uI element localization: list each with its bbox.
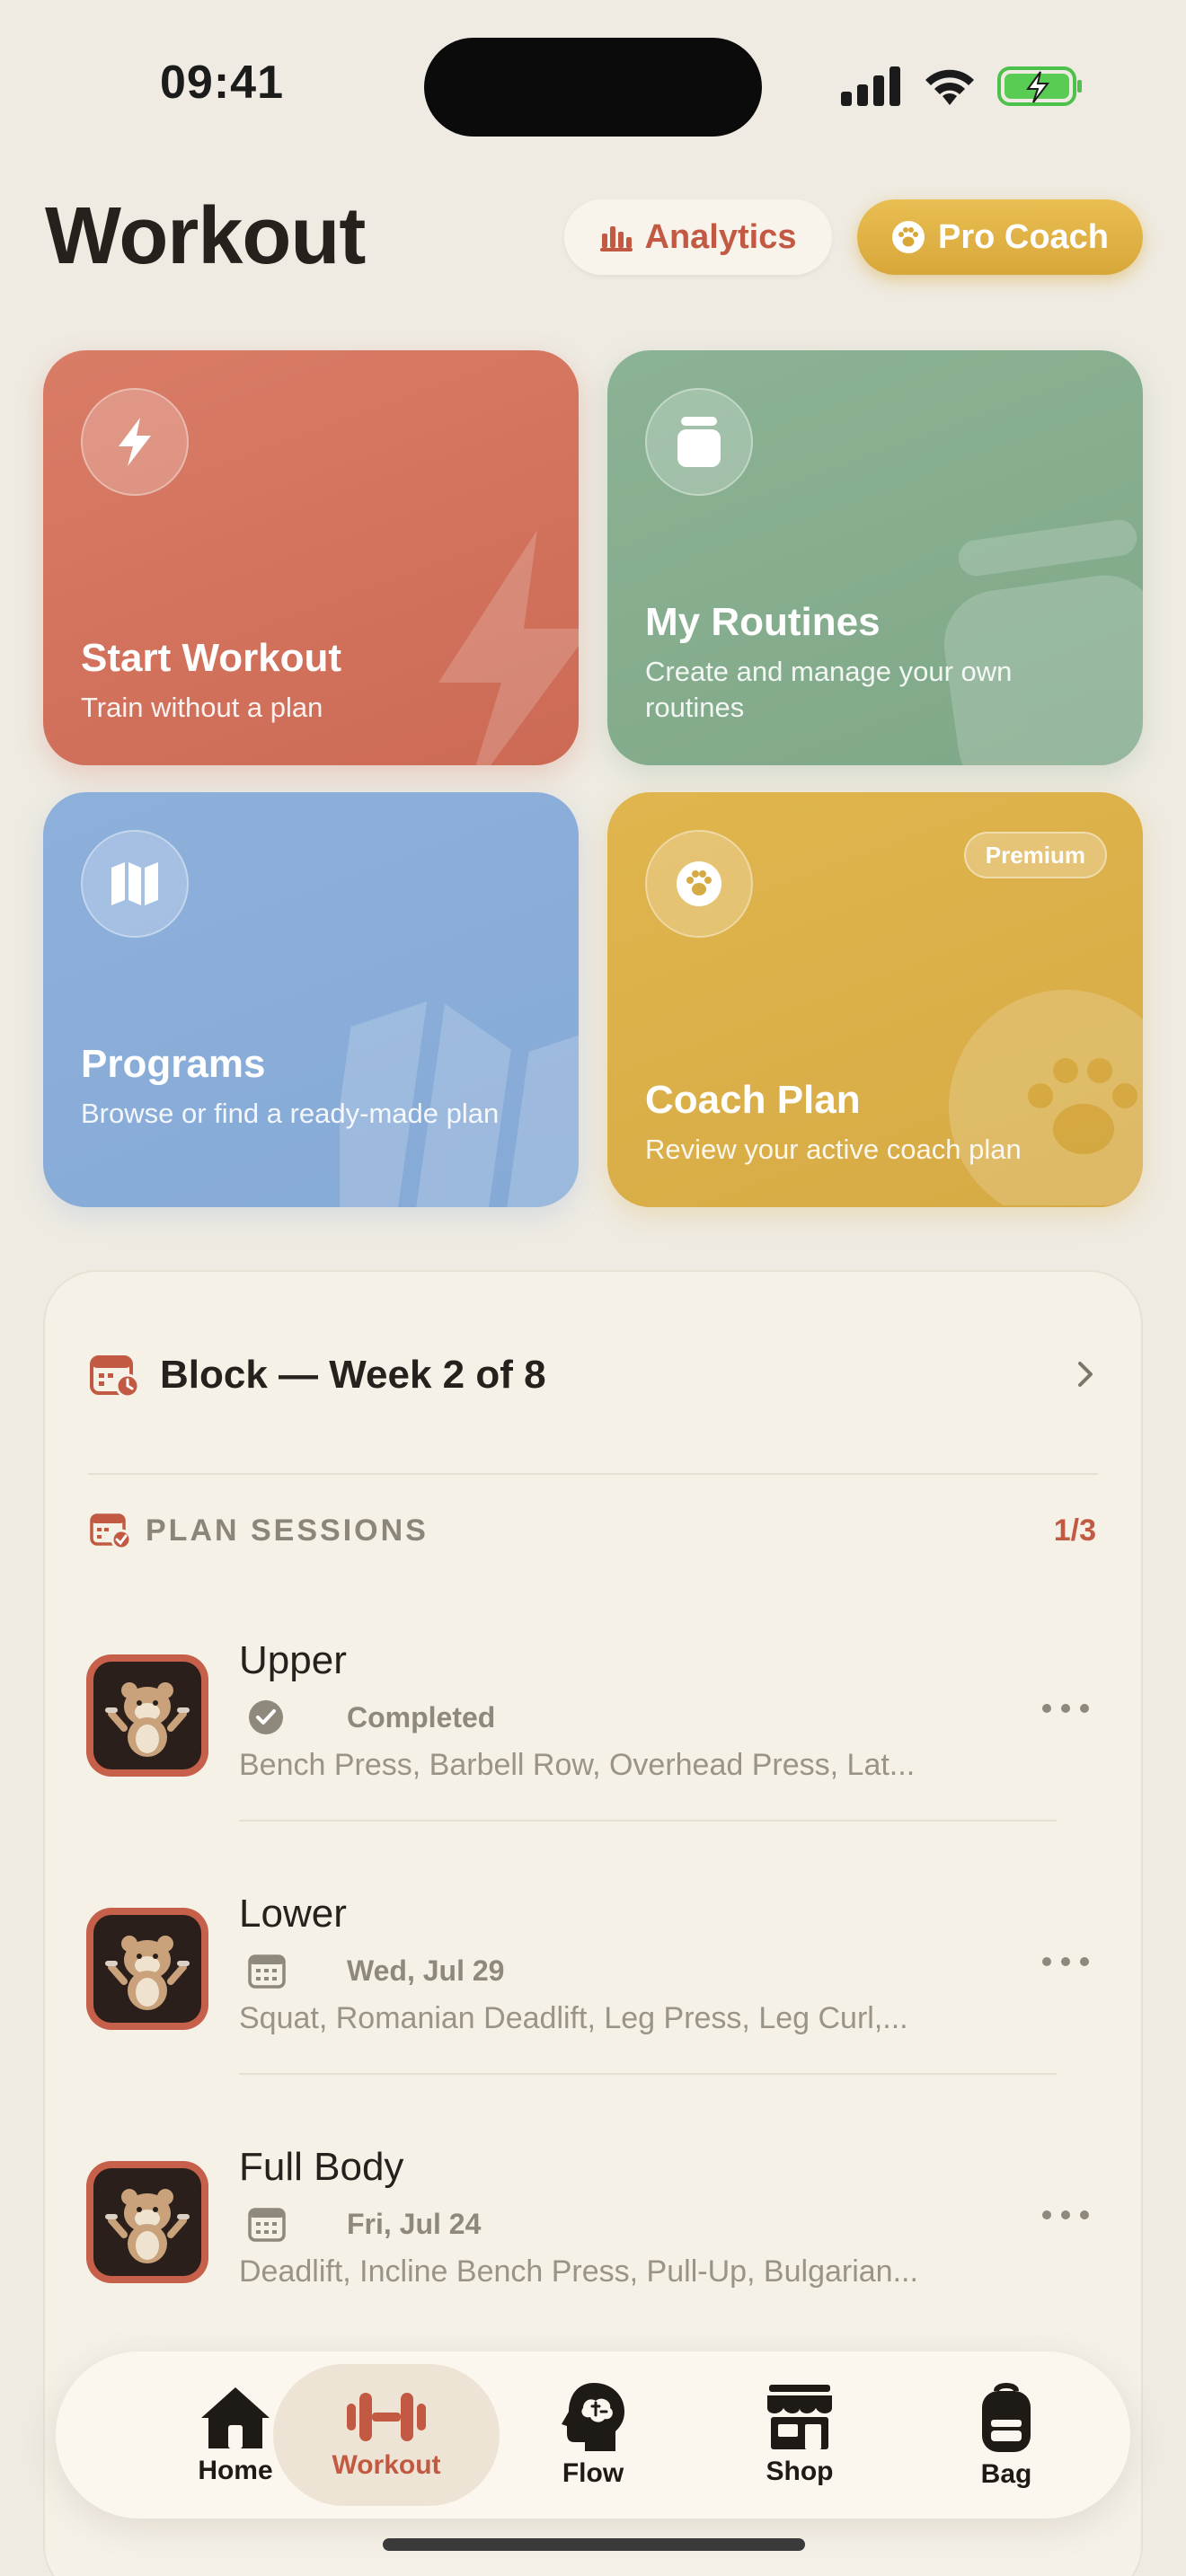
status-icons	[841, 65, 1084, 108]
more-options-button[interactable]	[1030, 1690, 1102, 1726]
divider	[88, 1473, 1098, 1475]
ellipsis-icon	[1042, 1704, 1089, 1713]
calendar-icon	[248, 2208, 286, 2242]
tab-label: Workout	[332, 2450, 441, 2480]
session-status: Wed, Jul 29	[239, 1949, 504, 1992]
ellipsis-icon	[1042, 1957, 1089, 1966]
session-exercises: Bench Press, Barbell Row, Overhead Press…	[239, 1748, 916, 1782]
paw-icon	[645, 830, 753, 938]
calendar-clock-icon	[90, 1355, 140, 1398]
block-title: Block — Week 2 of 8	[160, 1353, 546, 1397]
my-routines-title: My Routines	[645, 600, 881, 644]
session-thumbnail	[86, 1654, 208, 1777]
pro-coach-label: Pro Coach	[937, 217, 1110, 256]
coach-plan-title: Coach Plan	[645, 1078, 861, 1122]
jar-watermark-icon	[943, 519, 1143, 765]
pro-coach-button[interactable]: Pro Coach	[857, 199, 1143, 275]
tab-workout[interactable]: Workout	[273, 2364, 500, 2506]
calendar-check-icon	[90, 1513, 131, 1549]
bolt-icon	[81, 388, 189, 496]
session-name: Upper	[239, 1638, 347, 1682]
bolt-watermark-icon	[438, 530, 579, 765]
programs-subtitle: Browse or find a ready-made plan	[81, 1098, 500, 1129]
my-routines-card[interactable]: My Routines Create and manage your own r…	[607, 350, 1143, 765]
programs-title: Programs	[81, 1042, 266, 1086]
chevron-right-icon	[1078, 1362, 1093, 1387]
my-routines-subtitle: Create and manage your own routines	[645, 656, 1013, 723]
tab-label: Shop	[766, 2457, 834, 2486]
more-options-button[interactable]	[1030, 1944, 1102, 1980]
session-name: Full Body	[239, 2145, 404, 2189]
session-date: Fri, Jul 24	[347, 2207, 482, 2240]
hamster-mascot-icon	[105, 1682, 190, 1757]
dynamic-island	[424, 38, 762, 137]
start-workout-title: Start Workout	[81, 636, 342, 680]
coach-plan-subtitle: Review your active coach plan	[645, 1134, 1022, 1165]
bar-chart-icon	[599, 226, 633, 251]
coach-plan-card[interactable]: Premium Coach Plan Review your active co…	[607, 792, 1143, 1207]
cellular-signal-icon	[841, 66, 900, 106]
hamster-mascot-icon	[105, 2189, 190, 2263]
brain-head-icon	[562, 2383, 624, 2451]
session-status: Completed	[239, 1696, 495, 1739]
tab-label: Bag	[980, 2459, 1032, 2489]
dumbbell-icon	[347, 2393, 426, 2441]
session-thumbnail	[86, 1908, 208, 2030]
divider	[239, 2073, 1057, 2075]
session-status: Fri, Jul 24	[239, 2202, 481, 2245]
programs-card[interactable]: Programs Browse or find a ready-made pla…	[43, 792, 579, 1207]
plan-sessions-header: PLAN SESSIONS 1/3	[90, 1504, 1096, 1557]
start-workout-card[interactable]: Start Workout Train without a plan	[43, 350, 579, 765]
start-workout-subtitle: Train without a plan	[81, 692, 323, 723]
plan-sessions-label: PLAN SESSIONS	[146, 1513, 429, 1548]
store-icon	[767, 2385, 832, 2449]
battery-charging-icon	[997, 66, 1082, 106]
session-exercises: Squat, Romanian Deadlift, Leg Press, Leg…	[239, 2001, 908, 2035]
premium-badge: Premium	[963, 832, 1107, 878]
session-row-upper[interactable]: Upper Completed Bench Press, Barbell Row…	[86, 1619, 1102, 1822]
session-thumbnail	[86, 2161, 208, 2283]
plan-sessions-count: 1/3	[1053, 1513, 1096, 1548]
ellipsis-icon	[1042, 2210, 1089, 2219]
backpack-icon	[982, 2383, 1031, 2452]
calendar-icon	[248, 1954, 286, 1989]
block-header[interactable]: Block — Week 2 of 8	[90, 1335, 1096, 1416]
session-row-lower[interactable]: Lower Wed, Jul 29 Squat, Romanian Deadli…	[86, 1872, 1102, 2075]
session-row-full-body[interactable]: Full Body Fri, Jul 24 Deadlift, Incline …	[86, 2125, 1102, 2323]
jar-icon	[645, 388, 753, 496]
hamster-mascot-icon	[105, 1936, 190, 2010]
session-date: Wed, Jul 29	[347, 1954, 505, 1987]
session-name: Lower	[239, 1892, 347, 1936]
tab-bar: Home Workout Flow Shop Bag	[56, 2351, 1130, 2519]
home-indicator	[383, 2538, 805, 2551]
tab-label: Flow	[562, 2458, 624, 2488]
session-status-text: Completed	[347, 1700, 496, 1734]
status-time: 09:41	[160, 57, 284, 109]
session-exercises: Deadlift, Incline Bench Press, Pull-Up, …	[239, 2254, 918, 2289]
tab-shop[interactable]: Shop	[710, 2364, 890, 2506]
paw-icon	[891, 221, 925, 253]
page-title: Workout	[45, 191, 366, 281]
paw-watermark-icon	[949, 990, 1143, 1205]
wifi-icon	[925, 69, 974, 105]
tab-label: Home	[198, 2456, 273, 2485]
more-options-button[interactable]	[1030, 2197, 1102, 2233]
tab-flow[interactable]: Flow	[503, 2364, 683, 2506]
divider	[239, 1820, 1057, 1822]
analytics-label: Analytics	[644, 217, 797, 256]
home-icon	[201, 2387, 270, 2448]
tab-bag[interactable]: Bag	[916, 2364, 1096, 2506]
check-circle-icon	[249, 1700, 283, 1734]
analytics-button[interactable]: Analytics	[564, 199, 832, 275]
map-icon	[81, 830, 189, 938]
